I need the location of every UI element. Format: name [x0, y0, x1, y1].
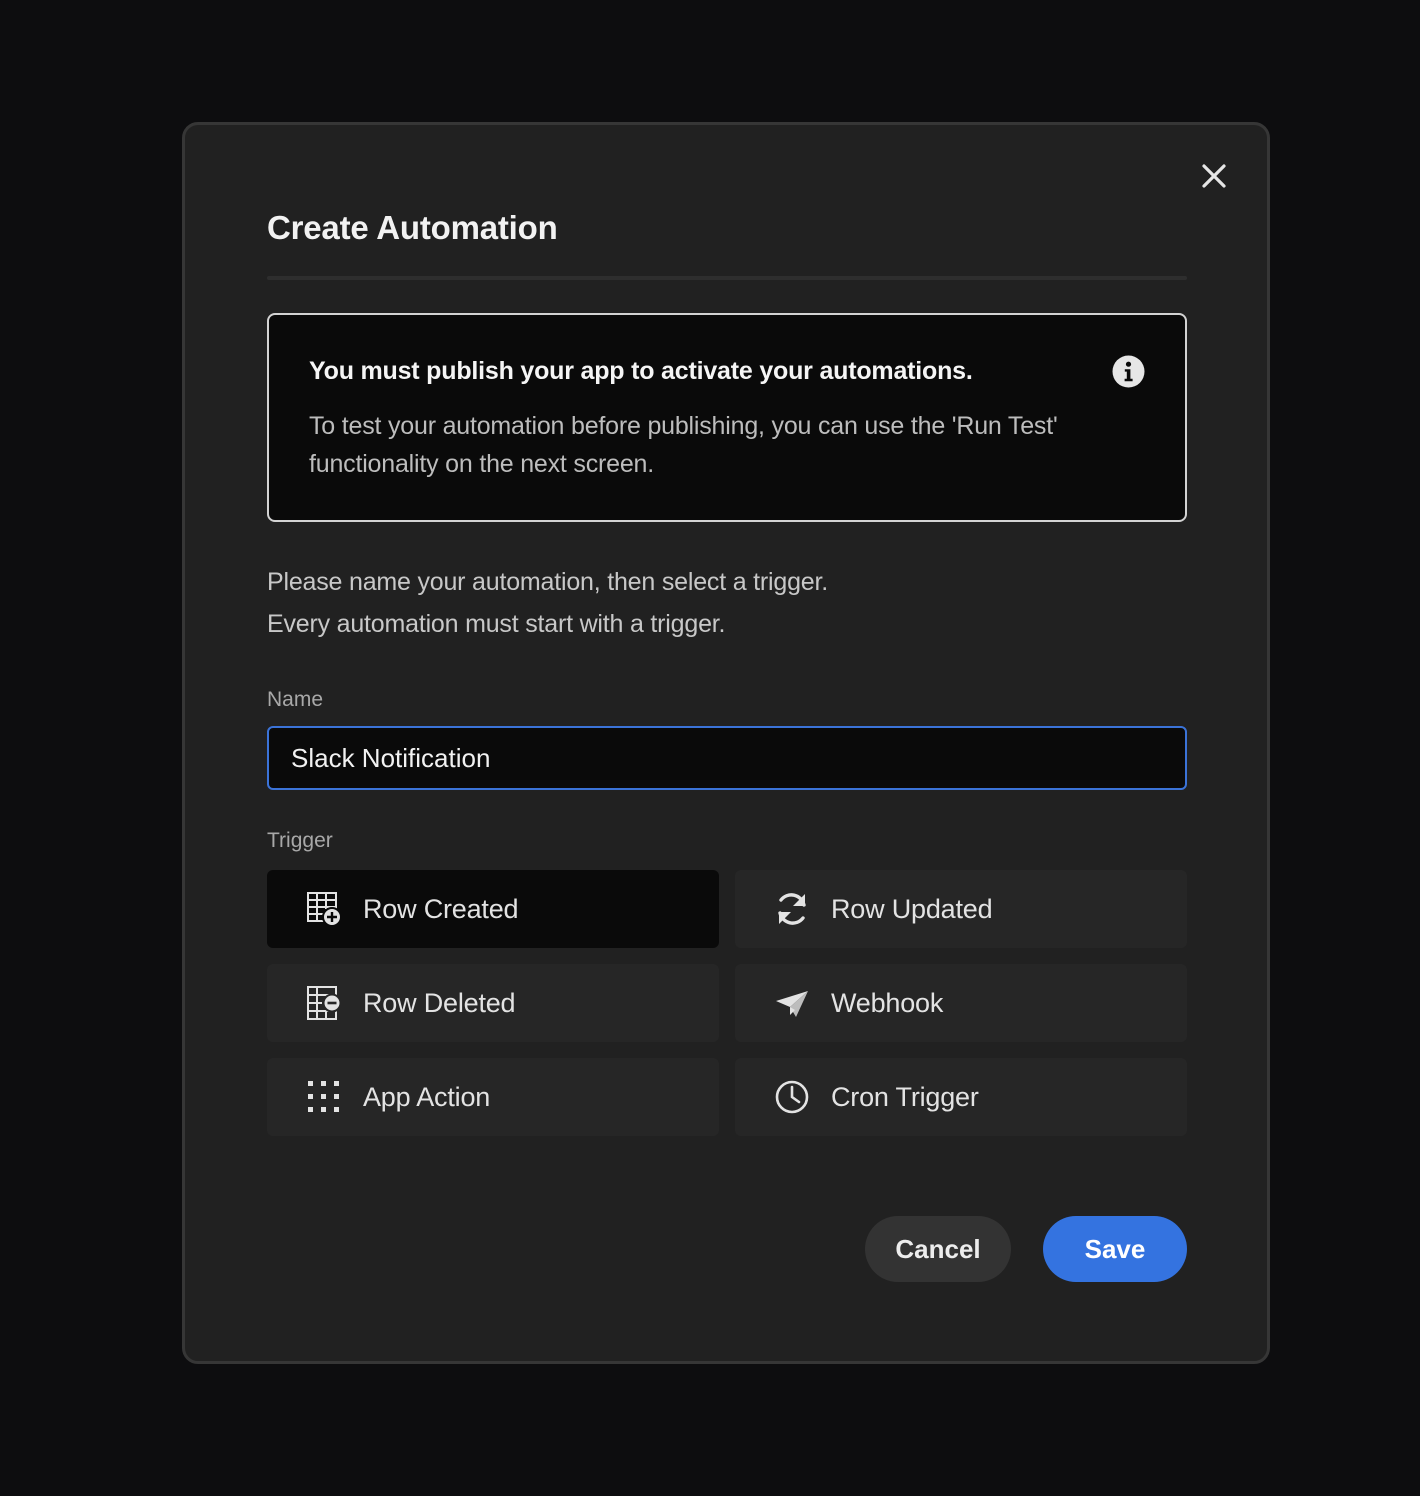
trigger-app-action[interactable]: App Action: [267, 1058, 719, 1136]
intro-line-2: Every automation must start with a trigg…: [267, 610, 726, 638]
trigger-webhook[interactable]: Webhook: [735, 964, 1187, 1042]
trigger-cron[interactable]: Cron Trigger: [735, 1058, 1187, 1136]
create-automation-modal: Create Automation You must publish your …: [182, 122, 1270, 1364]
cancel-button[interactable]: Cancel: [865, 1216, 1011, 1282]
name-label: Name: [267, 688, 324, 711]
trigger-options: Row Created Row Updated Row Deleted Webh…: [267, 870, 1187, 1136]
table-remove-icon: [305, 984, 343, 1022]
send-icon: [773, 984, 811, 1022]
intro-text: Please name your automation, then select…: [267, 561, 828, 645]
close-icon: [1202, 164, 1226, 188]
title-divider: [267, 276, 1187, 280]
trigger-row-updated[interactable]: Row Updated: [735, 870, 1187, 948]
trigger-label-row-created: Row Created: [363, 893, 519, 924]
trigger-label-app-action: App Action: [363, 1081, 491, 1112]
close-button[interactable]: [1197, 159, 1231, 193]
grid-dots-icon: [305, 1078, 343, 1116]
info-icon: [1112, 355, 1145, 388]
intro-line-1: Please name your automation, then select…: [267, 568, 828, 596]
trigger-row-created[interactable]: Row Created: [267, 870, 719, 948]
trigger-label-cron: Cron Trigger: [831, 1081, 979, 1112]
save-button[interactable]: Save: [1043, 1216, 1187, 1282]
clock-icon: [773, 1078, 811, 1116]
table-add-icon: [305, 890, 343, 928]
notice-body: To test your automation before publishin…: [309, 412, 1058, 478]
trigger-label-webhook: Webhook: [831, 987, 944, 1018]
refresh-icon: [773, 890, 811, 928]
name-input[interactable]: [267, 726, 1187, 790]
trigger-label: Trigger: [267, 829, 333, 852]
trigger-label-row-updated: Row Updated: [831, 893, 993, 924]
notice-title: You must publish your app to activate yo…: [309, 357, 973, 385]
trigger-row-deleted[interactable]: Row Deleted: [267, 964, 719, 1042]
publish-notice: You must publish your app to activate yo…: [267, 313, 1187, 522]
trigger-label-row-deleted: Row Deleted: [363, 987, 516, 1018]
modal-title: Create Automation: [267, 209, 558, 246]
